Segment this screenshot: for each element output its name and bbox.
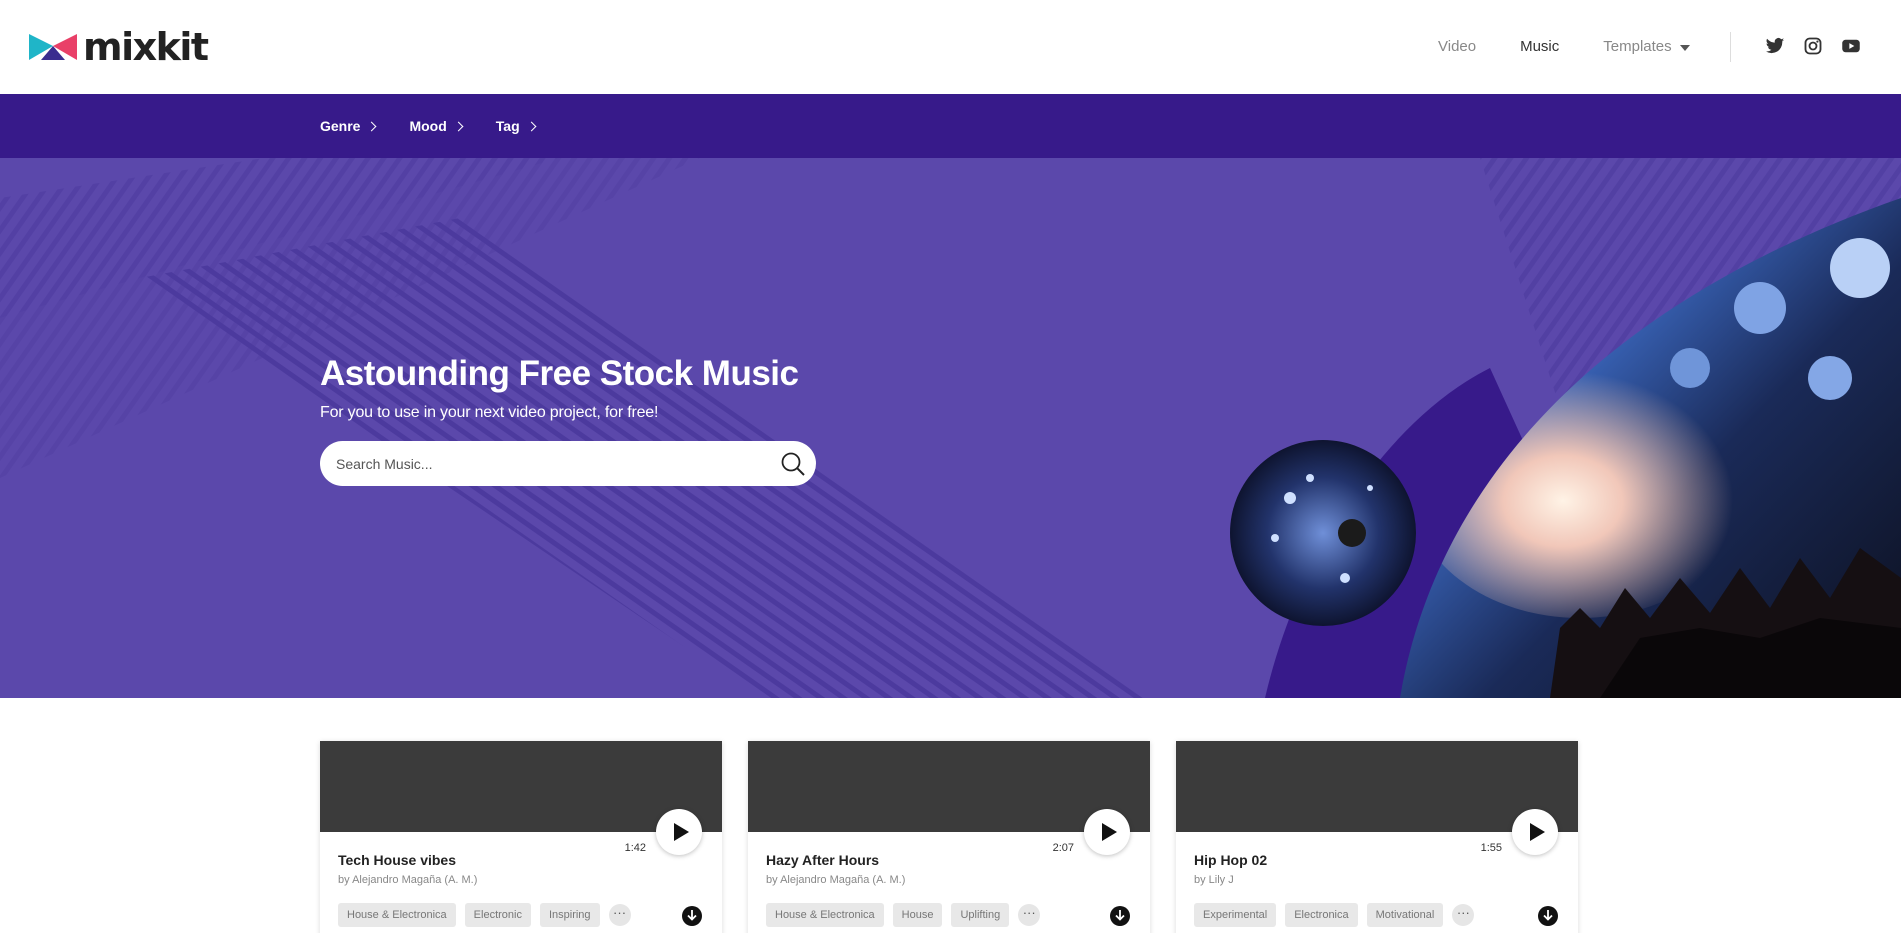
chevron-right-icon	[367, 121, 377, 132]
logo-text: mixkit	[83, 25, 209, 69]
more-tags-icon[interactable]: ···	[1018, 904, 1041, 926]
instagram-icon[interactable]	[1803, 36, 1823, 56]
track-title[interactable]: Hip Hop 02	[1194, 852, 1267, 868]
hero-subtitle: For you to use in your next video projec…	[320, 404, 659, 421]
download-icon[interactable]	[682, 906, 702, 926]
tag-chip[interactable]: House & Electronica	[338, 903, 456, 927]
twitter-icon[interactable]	[1765, 36, 1785, 56]
subnav-genre-label: Genre	[320, 118, 361, 134]
nav-templates-label: Templates	[1603, 38, 1672, 55]
track-author[interactable]: by Lily J	[1194, 874, 1234, 886]
nav-video[interactable]: Video	[1438, 38, 1476, 55]
nav-templates[interactable]: Templates	[1603, 38, 1690, 55]
tag-chip[interactable]: Electronic	[464, 903, 531, 927]
track-card[interactable]: 2:07 Hazy After Hours by Alejandro Magañ…	[748, 741, 1150, 933]
tag-chip[interactable]: Motivational	[1366, 903, 1444, 927]
subnav-tag[interactable]: Tag	[495, 118, 537, 134]
play-button[interactable]	[1084, 809, 1130, 855]
tag-chip[interactable]: Electronica	[1285, 903, 1358, 927]
track-card[interactable]: 1:42 Tech House vibes by Alejandro Magañ…	[320, 741, 722, 933]
chevron-right-icon	[453, 121, 464, 132]
caret-down-icon	[1679, 44, 1690, 51]
main-nav: Video Music Templates	[1438, 38, 1690, 55]
track-title[interactable]: Hazy After Hours	[766, 852, 879, 868]
track-tags: House & Electronica Electronic Inspiring…	[338, 903, 631, 927]
track-tags: Experimental Electronica Motivational ··…	[1194, 903, 1475, 927]
track-grid: 1:42 Tech House vibes by Alejandro Magañ…	[320, 741, 1578, 933]
play-button[interactable]	[1512, 809, 1558, 855]
subnav-mood-label: Mood	[409, 118, 447, 134]
site-header: mixkit Video Music Templates	[0, 0, 1901, 94]
more-tags-icon[interactable]: ···	[608, 904, 631, 926]
chevron-right-icon	[526, 121, 537, 132]
search-input[interactable]	[336, 441, 766, 486]
hero-banner: Astounding Free Stock Music For you to u…	[0, 158, 1901, 698]
download-icon[interactable]	[1110, 906, 1130, 926]
track-author[interactable]: by Alejandro Magaña (A. M.)	[338, 874, 477, 886]
subnav-tag-label: Tag	[495, 118, 520, 134]
nav-music-label: Music	[1520, 38, 1560, 55]
search-icon[interactable]	[780, 451, 806, 477]
track-tags: House & Electronica House Uplifting ···	[766, 903, 1041, 927]
tag-chip[interactable]: Uplifting	[951, 903, 1010, 927]
nav-divider	[1730, 32, 1731, 62]
download-icon[interactable]	[1538, 906, 1558, 926]
subnav-genre[interactable]: Genre	[320, 118, 377, 134]
more-tags-icon[interactable]: ···	[1452, 904, 1475, 926]
tag-chip[interactable]: House	[892, 903, 943, 927]
tag-chip[interactable]: House & Electronica	[766, 903, 884, 927]
subnav-mood[interactable]: Mood	[409, 118, 464, 134]
hero-title: Astounding Free Stock Music	[320, 354, 799, 393]
category-subnav: Genre Mood Tag	[0, 94, 1901, 158]
logo-mark-icon	[29, 34, 77, 60]
track-title[interactable]: Tech House vibes	[338, 852, 456, 868]
track-duration: 2:07	[1052, 842, 1074, 854]
mixkit-logo[interactable]: mixkit	[29, 25, 209, 69]
hero-background-art	[0, 158, 1901, 698]
tag-chip[interactable]: Inspiring	[539, 903, 600, 927]
nav-music[interactable]: Music	[1520, 38, 1559, 55]
track-duration: 1:42	[624, 842, 646, 854]
track-author[interactable]: by Alejandro Magaña (A. M.)	[766, 874, 905, 886]
track-duration: 1:55	[1480, 842, 1502, 854]
play-button[interactable]	[656, 809, 702, 855]
music-search-box	[320, 441, 816, 486]
tag-chip[interactable]: Experimental	[1194, 903, 1277, 927]
social-links	[1765, 36, 1861, 56]
nav-video-label: Video	[1438, 38, 1477, 55]
youtube-icon[interactable]	[1841, 36, 1861, 56]
track-card[interactable]: 1:55 Hip Hop 02 by Lily J Experimental E…	[1176, 741, 1578, 933]
